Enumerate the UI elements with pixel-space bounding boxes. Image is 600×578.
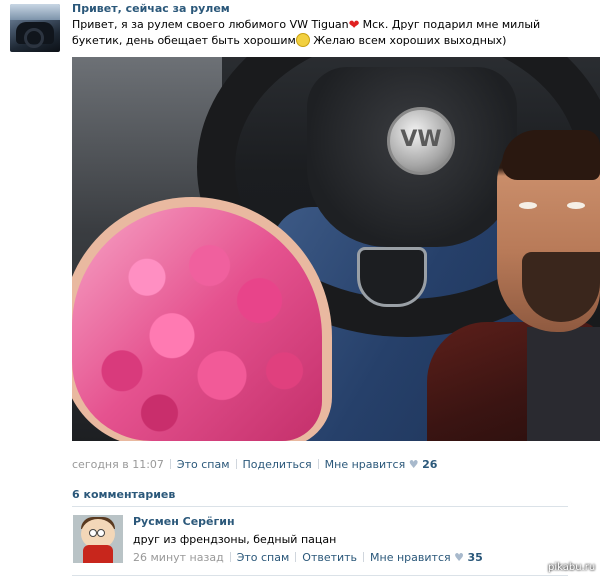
avatar-body	[83, 545, 113, 563]
like-link[interactable]: Мне нравится	[325, 458, 406, 471]
comment-time[interactable]: 26 минут назад	[133, 551, 224, 564]
post-time[interactable]: сегодня в 11:07	[72, 458, 164, 471]
post-title[interactable]: Привет, сейчас за рулем	[72, 2, 230, 15]
divider	[72, 506, 568, 507]
avatar-eye	[97, 529, 105, 537]
eye-right	[567, 202, 585, 209]
smiley-emoji-icon	[295, 33, 310, 47]
comment-like-link[interactable]: Мне нравится	[370, 551, 451, 564]
comment-text: друг из френдзоны, бедный пацан	[133, 533, 337, 546]
comments-count-header[interactable]: 6 комментариев	[72, 488, 175, 501]
comment-spam-link[interactable]: Это спам	[237, 551, 290, 564]
divider	[72, 575, 568, 576]
avatar-eye	[89, 529, 97, 537]
heart-icon[interactable]: ♥	[409, 458, 419, 471]
separator	[295, 552, 297, 562]
author-avatar[interactable]	[10, 4, 60, 52]
separator	[235, 459, 237, 469]
heart-icon[interactable]: ♥	[454, 551, 464, 564]
separator	[363, 552, 365, 562]
separator	[169, 459, 171, 469]
post-text-part1: Привет, я за рулем своего любимого VW Ti…	[72, 18, 349, 31]
shirt	[527, 327, 600, 441]
separator	[317, 459, 319, 469]
comment-likes-count[interactable]: 35	[468, 551, 483, 564]
meme-face-overlay	[427, 102, 600, 441]
hair	[502, 130, 600, 180]
post-meta: сегодня в 11:07 Это спам Поделиться Мне нра…	[72, 458, 437, 471]
share-link[interactable]: Поделиться	[243, 458, 312, 471]
pikabu-watermark: pikabu.ru	[548, 562, 596, 573]
avatar-sky	[10, 4, 60, 20]
comment-meta: 26 минут назад Это спам Ответить Мне нравит…	[133, 551, 483, 564]
steering-wheel-horn	[357, 247, 427, 307]
comment-reply-link[interactable]: Ответить	[302, 551, 357, 564]
comment-author-name[interactable]: Русмен Серёгин	[133, 515, 235, 528]
post-photo[interactable]	[72, 57, 600, 441]
heart-emoji-icon: ❤	[348, 18, 360, 33]
spam-link[interactable]: Это спам	[177, 458, 230, 471]
avatar-wheel	[24, 28, 44, 48]
separator	[229, 552, 231, 562]
likes-count[interactable]: 26	[422, 458, 437, 471]
eye-left	[519, 202, 537, 209]
comment-author-avatar[interactable]	[73, 515, 123, 563]
post-text: Привет, я за рулем своего любимого VW Ti…	[72, 17, 592, 49]
post-text-part3: Желаю всем хороших выходных)	[309, 34, 507, 47]
